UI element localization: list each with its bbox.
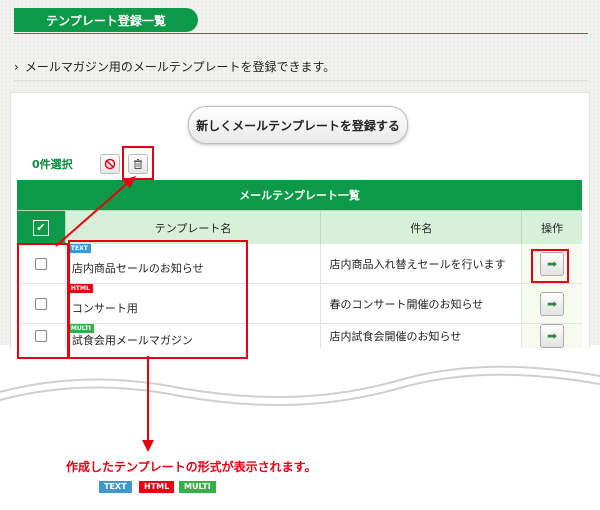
annotation-caption: 作成したテンプレートの形式が表示されます。: [66, 460, 317, 474]
legend-badge-text: TEXT: [99, 481, 132, 493]
annotation-arrows: [55, 176, 154, 452]
legend-badge-html: HTML: [139, 481, 175, 493]
legend-badge-multi: MULTI: [179, 481, 216, 493]
